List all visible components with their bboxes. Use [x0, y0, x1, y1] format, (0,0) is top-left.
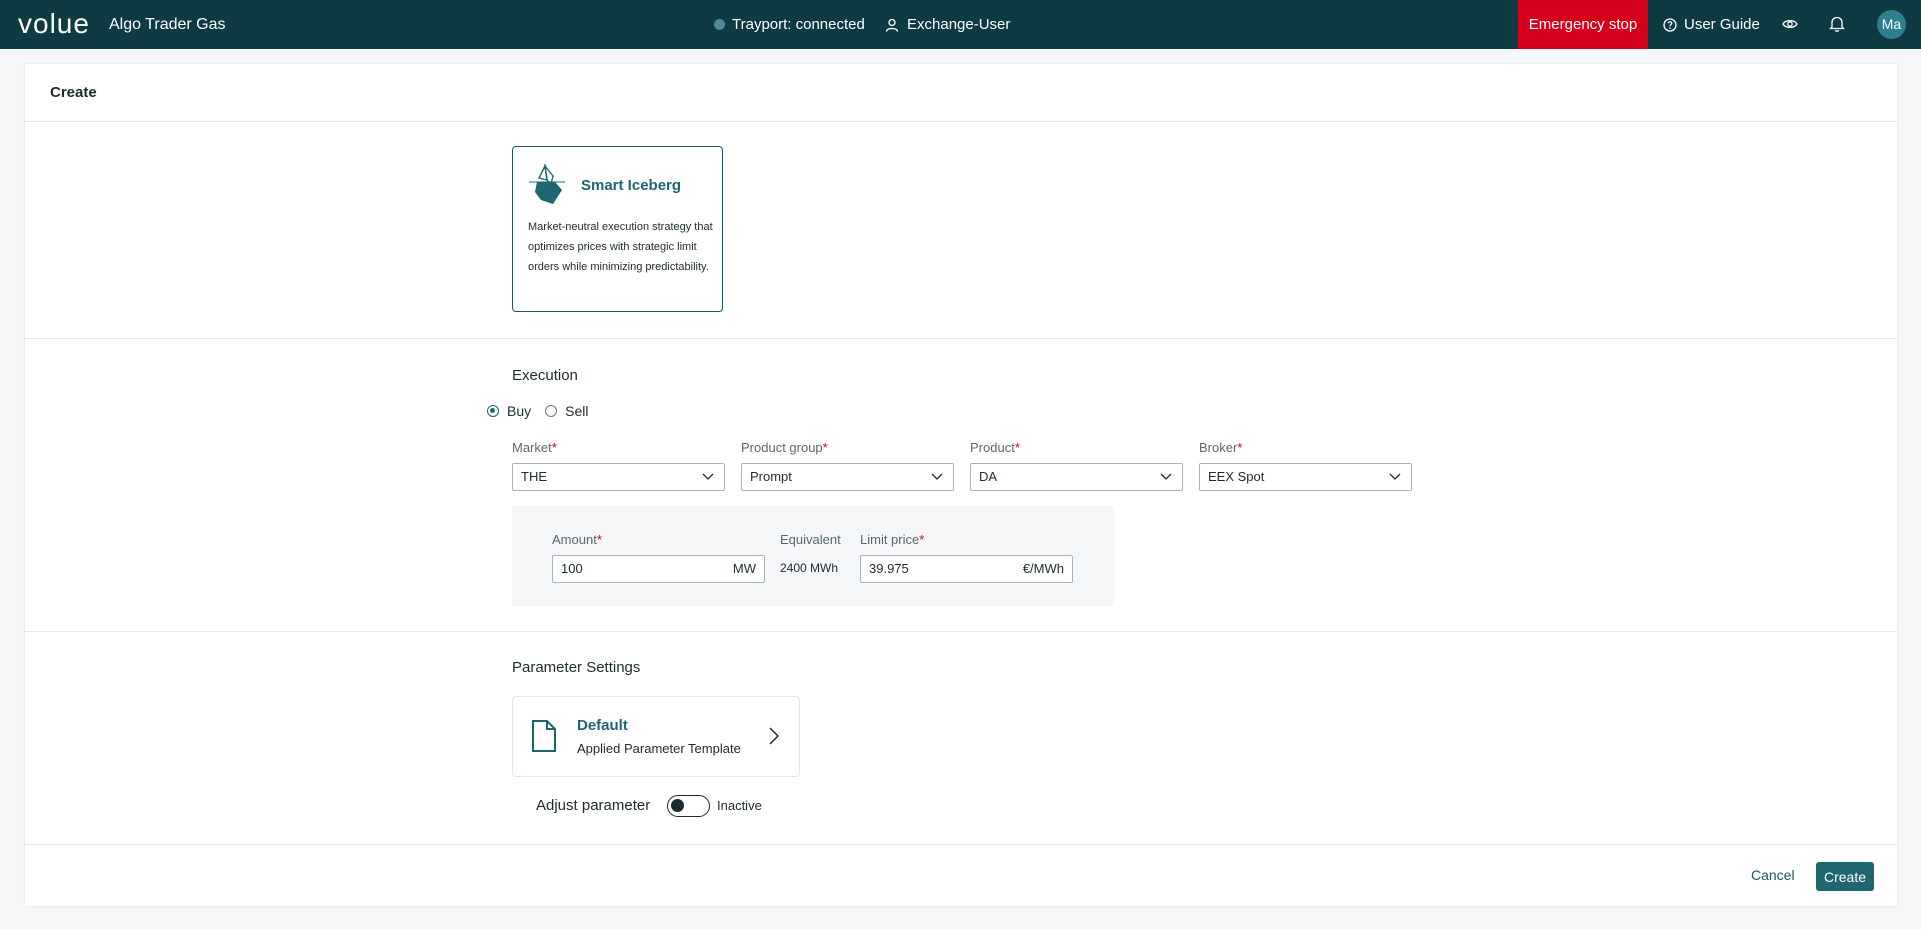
page-title: Create [50, 84, 97, 101]
parameter-template-name: Default [577, 717, 628, 734]
parameter-template-card[interactable]: Default Applied Parameter Template [512, 696, 800, 777]
chevron-down-icon [1389, 473, 1401, 480]
radio-buy[interactable]: Buy [487, 403, 531, 419]
chevron-down-icon [1160, 473, 1172, 480]
current-user-name: Exchange-User [907, 16, 1011, 33]
user-guide-label: User Guide [1684, 16, 1760, 33]
execution-title: Execution [512, 367, 578, 384]
equivalent-label: Equivalent [780, 532, 841, 547]
product-group-select[interactable]: Prompt [741, 463, 954, 491]
help-circle-icon [1663, 17, 1677, 32]
avatar[interactable]: Ma [1877, 10, 1906, 39]
iceberg-icon [529, 164, 565, 204]
broker-label: Broker* [1199, 440, 1242, 455]
market-label: Market* [512, 440, 557, 455]
limit-price-input[interactable]: 39.975 €/MWh [860, 555, 1073, 583]
parameter-template-subtitle: Applied Parameter Template [577, 741, 741, 756]
market-select[interactable]: THE [512, 463, 725, 491]
required-mark: * [551, 440, 557, 455]
required-mark: * [1014, 440, 1020, 455]
divider [25, 631, 1897, 632]
chevron-down-icon [702, 473, 714, 480]
broker-select[interactable]: EEX Spot [1199, 463, 1412, 491]
required-mark: * [1237, 440, 1243, 455]
bell-icon[interactable] [1829, 15, 1845, 33]
amount-unit: MW [732, 561, 756, 576]
strategy-card-smart-iceberg[interactable]: Smart Iceberg Market-neutral execution s… [512, 146, 723, 312]
broker-select-value: EEX Spot [1208, 469, 1265, 484]
app-name: Algo Trader Gas [109, 16, 226, 33]
status-dot-icon [714, 19, 725, 30]
required-mark: * [596, 532, 602, 547]
parameter-settings-title: Parameter Settings [512, 659, 641, 676]
limit-price-label: Limit price* [860, 532, 924, 547]
chevron-down-icon [931, 473, 943, 480]
amount-label-text: Amount [552, 532, 597, 547]
toggle-knob [671, 799, 684, 812]
amount-input[interactable]: 100 MW [552, 555, 765, 583]
cancel-button[interactable]: Cancel [1745, 866, 1801, 884]
document-icon [532, 720, 556, 752]
divider [25, 338, 1897, 339]
required-mark: * [822, 440, 828, 455]
product-group-label-text: Product group [741, 440, 823, 455]
chevron-right-icon [769, 727, 779, 745]
product-group-select-value: Prompt [750, 469, 792, 484]
limit-price-unit: €/MWh [1022, 561, 1064, 576]
product-group-label: Product group* [741, 440, 828, 455]
adjust-parameter-label: Adjust parameter [536, 797, 651, 814]
user-icon [885, 18, 899, 32]
create-form-card: Create Smart Iceberg Market-neutral exec… [25, 64, 1897, 906]
eye-icon[interactable] [1782, 16, 1798, 32]
amount-input-value: 100 [561, 561, 583, 576]
amount-panel: Amount* 100 MW Equivalent 2400 MWh Limit… [512, 506, 1114, 606]
strategy-description: Market-neutral execution strategy that o… [528, 221, 713, 273]
divider [25, 844, 1897, 845]
top-navigation-bar: volue Algo Trader Gas Trayport: connecte… [0, 0, 1921, 49]
product-select-value: DA [979, 469, 998, 484]
strategy-name: Smart Iceberg [581, 177, 682, 194]
user-guide-link[interactable]: User Guide [1663, 16, 1760, 33]
radio-buy-label: Buy [507, 403, 532, 419]
equivalent-value: 2400 MWh [780, 561, 839, 575]
amount-label: Amount* [552, 532, 602, 547]
product-select[interactable]: DA [970, 463, 1183, 491]
create-button[interactable]: Create [1816, 862, 1874, 891]
radio-sell[interactable]: Sell [545, 403, 588, 419]
volue-logo[interactable]: volue [18, 9, 90, 39]
radio-selected-icon [487, 405, 499, 417]
connection-status-text: Trayport: connected [732, 16, 865, 33]
radio-unselected-icon [545, 405, 558, 417]
toggle-state-label: Inactive [717, 798, 762, 813]
market-label-text: Market [512, 440, 552, 455]
market-select-value: THE [521, 469, 547, 484]
emergency-stop-button[interactable]: Emergency stop [1518, 0, 1648, 49]
side-radio-group: Buy Sell [487, 403, 602, 419]
connection-status: Trayport: connected [714, 16, 865, 33]
required-mark: * [919, 532, 925, 547]
limit-price-input-value: 39.975 [869, 561, 909, 576]
product-label-text: Product [970, 440, 1015, 455]
radio-sell-label: Sell [565, 403, 589, 419]
current-user: Exchange-User [885, 16, 1010, 33]
adjust-parameter-toggle[interactable] [667, 795, 710, 817]
limit-price-label-text: Limit price [860, 532, 920, 547]
product-label: Product* [970, 440, 1020, 455]
divider [25, 121, 1897, 122]
broker-label-text: Broker [1199, 440, 1238, 455]
